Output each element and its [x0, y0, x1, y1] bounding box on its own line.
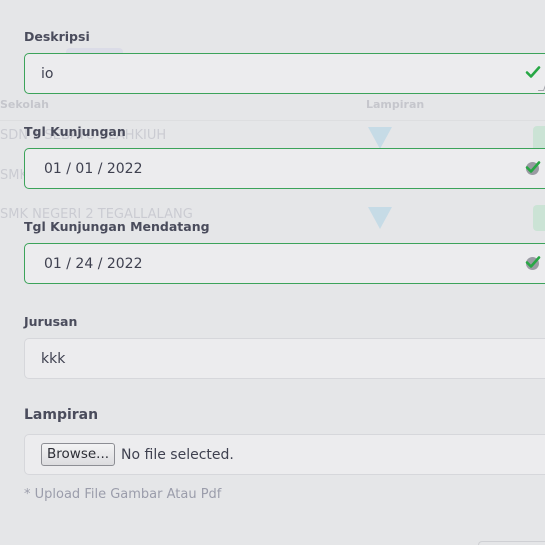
tgl-mendatang-label: Tgl Kunjungan Mendatang: [24, 219, 210, 234]
attachment-icon: [368, 127, 392, 149]
tgl-mendatang-value: 01 / 24 / 2022: [44, 255, 143, 272]
resize-grip-icon[interactable]: [537, 85, 545, 91]
upload-hint: * Upload File Gambar Atau Pdf: [24, 487, 222, 502]
deskripsi-textarea[interactable]: io: [24, 53, 545, 94]
table-divider: [0, 120, 545, 121]
valid-check-icon: [525, 66, 541, 78]
deskripsi-value: io: [41, 65, 54, 82]
browse-button[interactable]: Browse...: [41, 443, 116, 466]
tgl-kunjungan-date-input[interactable]: 01 / 01 / 2022: [24, 148, 545, 189]
table-header-sekolah: Sekolah: [0, 98, 49, 111]
lampiran-file-input[interactable]: Browse... No file selected.: [24, 434, 545, 475]
jurusan-value: kkk: [41, 350, 66, 367]
table-header-lampiran: Lampiran: [366, 98, 425, 111]
jurusan-input[interactable]: kkk: [24, 338, 545, 379]
jurusan-label: Jurusan: [24, 314, 78, 329]
deskripsi-label: Deskripsi: [24, 29, 90, 44]
file-status-text: No file selected.: [121, 446, 234, 463]
tgl-kunjungan-label: Tgl Kunjungan: [24, 124, 126, 139]
tgl-mendatang-date-input[interactable]: 01 / 24 / 2022: [24, 243, 545, 284]
lampiran-label: Lampiran: [24, 407, 99, 423]
valid-check-icon: [525, 256, 541, 268]
footer-button-edge: [478, 541, 545, 545]
row-action-button: [533, 205, 545, 231]
tgl-kunjungan-value: 01 / 01 / 2022: [44, 160, 143, 177]
attachment-icon: [368, 207, 392, 229]
valid-check-icon: [525, 161, 541, 173]
